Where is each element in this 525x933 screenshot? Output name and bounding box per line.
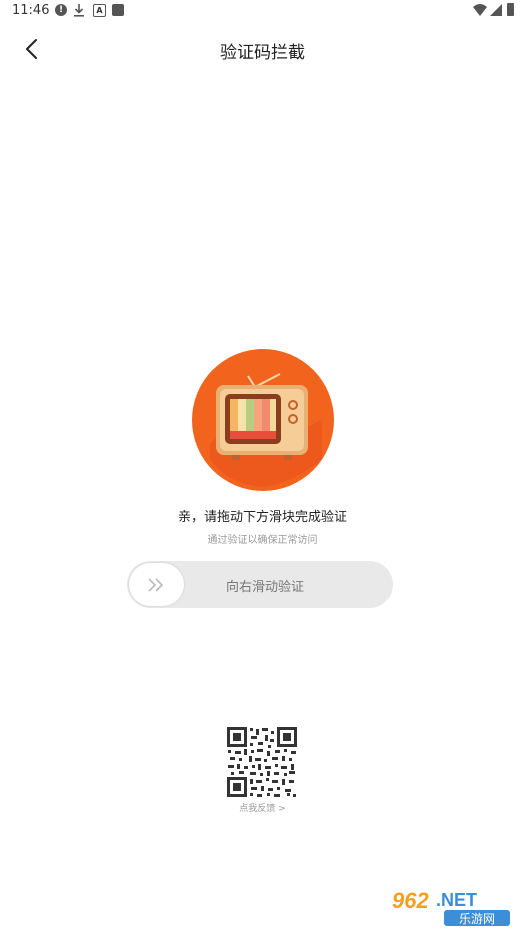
header: 验证码拦截 [0, 30, 525, 70]
verify-title: 亲，请拖动下方滑块完成验证 [177, 510, 347, 525]
app-icon [112, 4, 124, 16]
wifi-icon [473, 4, 487, 16]
tv-illustration-icon [192, 349, 334, 491]
site-watermark-logo: 962 .NET 乐游网 [386, 884, 518, 928]
svg-text:962: 962 [392, 888, 429, 913]
alert-icon: ! [55, 4, 67, 16]
download-icon [74, 4, 84, 17]
font-icon: A [93, 4, 106, 17]
slider-handle[interactable] [129, 563, 184, 606]
feedback-link[interactable]: 点我反馈 > [0, 801, 525, 814]
verify-slider[interactable]: 向右滑动验证 [127, 561, 393, 608]
feedback-qr-code[interactable] [227, 727, 297, 797]
signal-icon [490, 4, 502, 16]
verify-subtitle: 通过验证以确保正常访问 [207, 535, 318, 546]
status-bar: 11:46 ! A [0, 0, 525, 24]
svg-text:.NET: .NET [436, 890, 477, 910]
battery-icon [507, 3, 514, 16]
page-title: 验证码拦截 [220, 43, 305, 63]
svg-text:乐游网: 乐游网 [459, 912, 495, 926]
double-chevron-right-icon [148, 578, 164, 592]
status-time: 11:46 [12, 3, 50, 18]
